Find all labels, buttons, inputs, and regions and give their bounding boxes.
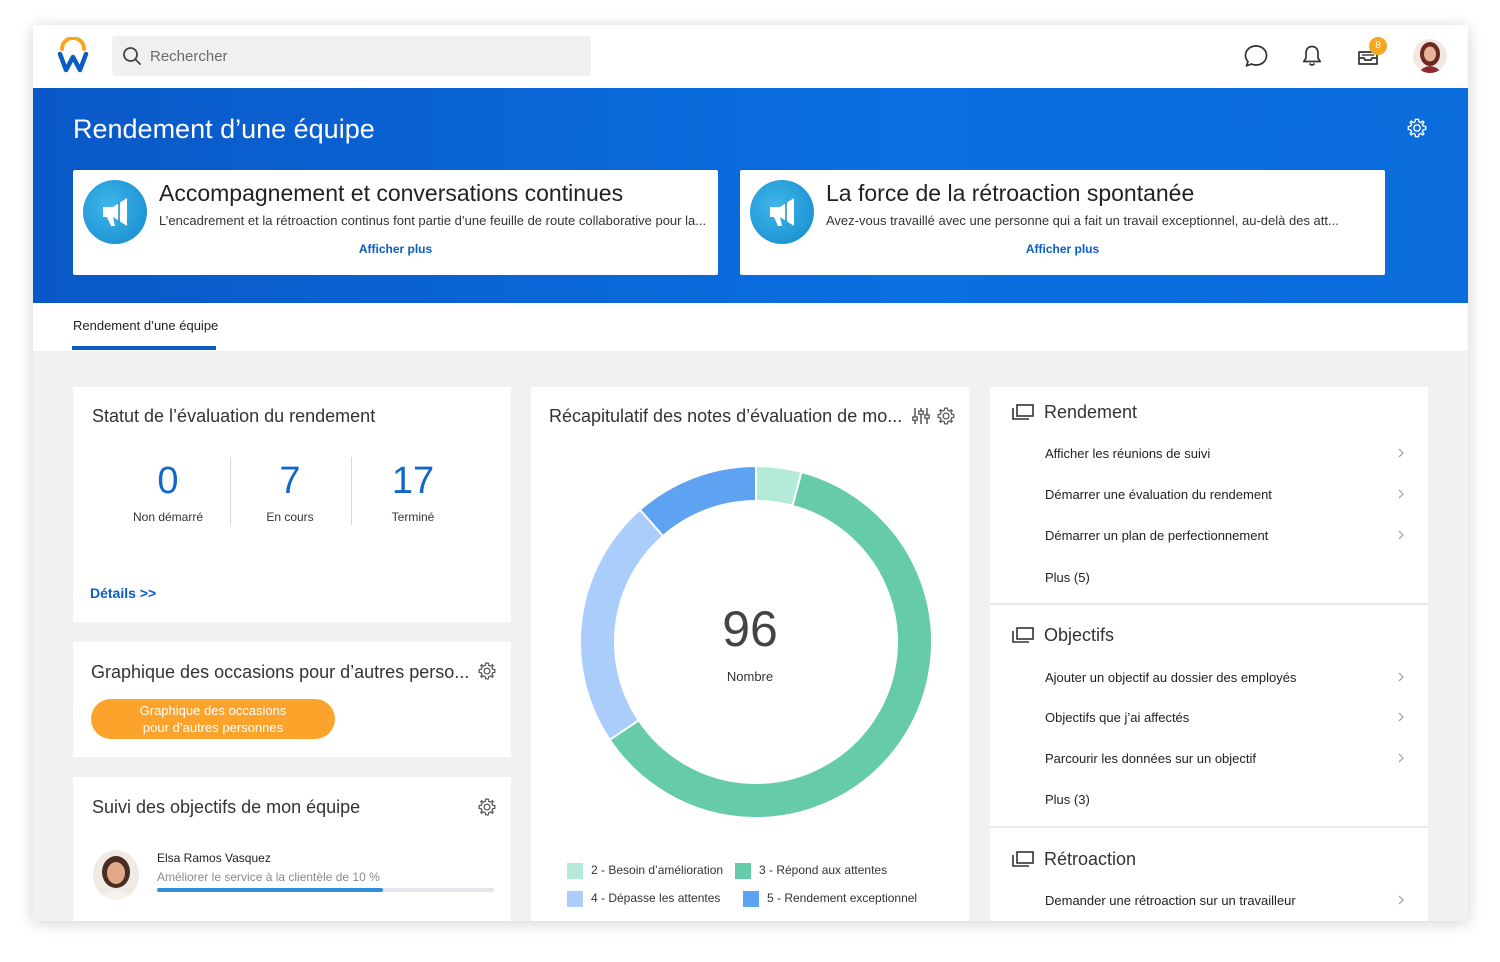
- donut-total-label: Nombre: [726, 669, 774, 684]
- section-title-feedback[interactable]: Rétroaction: [1012, 849, 1136, 870]
- section-title-text: Rendement: [1044, 402, 1138, 422]
- stat-label: Terminé: [391, 510, 435, 524]
- active-tab-indicator: [72, 346, 216, 350]
- menu-item[interactable]: Démarrer une évaluation du rendement: [1045, 487, 1272, 502]
- employee-goal: Améliorer le service à la clientèle de 1…: [157, 870, 380, 884]
- menu-item[interactable]: Ajouter un objectif au dossier des emplo…: [1045, 670, 1296, 685]
- windows-icon: [1012, 851, 1034, 867]
- menu-item[interactable]: Demander une rétroaction sur un travaill…: [1045, 893, 1296, 908]
- menu-item[interactable]: Objectifs que j’ai affectés: [1045, 710, 1189, 725]
- notification-badge: 8: [1369, 37, 1387, 55]
- hero-card-title: Accompagnement et conversations continue…: [159, 180, 624, 206]
- show-more-link[interactable]: Afficher plus: [73, 242, 718, 256]
- top-bar: 8: [33, 25, 1468, 88]
- divider: [351, 457, 352, 525]
- filter-sliders-icon[interactable]: [911, 406, 931, 426]
- hero-card-coaching[interactable]: Accompagnement et conversations continue…: [73, 170, 718, 275]
- hero-card-description: L’encadrement et la rétroaction continus…: [159, 213, 707, 228]
- hero-banner: Rendement d’une équipe Accompagnement et…: [33, 88, 1468, 303]
- chevron-right-icon: [1398, 448, 1404, 458]
- status-card: Statut de l’évaluation du rendement 0 No…: [73, 387, 511, 622]
- chevron-right-icon: [1398, 712, 1404, 722]
- menu-item[interactable]: Afficher les réunions de suivi: [1045, 446, 1210, 461]
- legend-label: 4 - Dépasse les attentes: [591, 891, 721, 906]
- legend-swatch: [735, 863, 751, 879]
- settings-gear-icon[interactable]: [477, 661, 497, 681]
- chevron-right-icon: [1398, 530, 1404, 540]
- chat-icon[interactable]: [1243, 43, 1269, 69]
- menu-item[interactable]: Démarrer un plan de perfectionnement: [1045, 528, 1268, 543]
- card-title: Suivi des objectifs de mon équipe: [92, 797, 361, 817]
- team-goals-card: Suivi des objectifs de mon équipe Elsa R…: [73, 777, 511, 921]
- bell-icon[interactable]: [1299, 43, 1325, 69]
- goal-progress-fill: [157, 888, 383, 892]
- page-title: Rendement d’une équipe: [73, 114, 375, 144]
- worklets-menu-card: Rendement Afficher les réunions de suivi…: [990, 387, 1428, 921]
- chevron-right-icon: [1398, 672, 1404, 682]
- chevron-right-icon: [1398, 895, 1404, 905]
- legend-swatch: [567, 863, 583, 879]
- menu-item[interactable]: Parcourir les données sur un objectif: [1045, 751, 1256, 766]
- chevron-right-icon: [1398, 753, 1404, 763]
- stat-label: En cours: [266, 510, 314, 524]
- legend-item[interactable]: 3 - Répond aux attentes: [735, 863, 887, 879]
- legend-label: 2 - Besoin d’amélioration: [591, 863, 724, 878]
- hero-card-description: Avez-vous travaillé avec une personne qu…: [826, 213, 1339, 228]
- app-window: 8 Rendement d’une équipe: [33, 25, 1468, 921]
- section-title-text: Objectifs: [1044, 625, 1115, 645]
- card-title: Graphique des occasions pour d’autres pe…: [91, 662, 470, 682]
- legend-item[interactable]: 5 - Rendement exceptionnel: [743, 891, 917, 907]
- show-more-link[interactable]: Afficher plus: [740, 242, 1385, 256]
- donut-slice[interactable]: [638, 464, 757, 538]
- user-avatar[interactable]: [1413, 39, 1447, 73]
- settings-gear-icon[interactable]: [936, 406, 956, 426]
- chevron-right-icon: [1398, 489, 1404, 499]
- section-title-performance[interactable]: Rendement: [1012, 402, 1137, 423]
- employee-name[interactable]: Elsa Ramos Vasquez: [157, 851, 271, 865]
- hero-card-feedback[interactable]: La force de la rétroaction spontanée Ave…: [740, 170, 1385, 275]
- stat-label: Non démarré: [132, 510, 204, 524]
- windows-icon: [1012, 627, 1034, 643]
- button-label-line: pour d’autres personnes: [142, 720, 284, 735]
- occasions-chart-button[interactable]: Graphique des occasions pour d’autres pe…: [91, 699, 335, 739]
- legend-swatch: [743, 891, 759, 907]
- search-input[interactable]: [150, 36, 580, 76]
- section-divider: [990, 826, 1428, 828]
- employee-avatar[interactable]: [93, 850, 139, 900]
- settings-gear-icon[interactable]: [477, 797, 497, 817]
- button-label-line: Graphique des occasions: [139, 703, 287, 718]
- occasions-card: Graphique des occasions pour d’autres pe…: [73, 642, 511, 757]
- more-link[interactable]: Plus (5): [1045, 570, 1090, 585]
- tab-team-performance[interactable]: Rendement d’une équipe: [73, 318, 218, 333]
- windows-icon: [1012, 404, 1034, 420]
- rating-summary-card: Récapitulatif des notes d’évaluation de …: [531, 387, 969, 921]
- legend-label: 5 - Rendement exceptionnel: [767, 891, 918, 906]
- hero-card-title: La force de la rétroaction spontanée: [826, 180, 1195, 206]
- card-title: Récapitulatif des notes d’évaluation de …: [549, 406, 903, 426]
- megaphone-icon: [83, 180, 147, 244]
- settings-gear-icon[interactable]: [1406, 117, 1428, 139]
- legend-swatch: [567, 891, 583, 907]
- stat-value-not-started[interactable]: 0: [108, 460, 228, 503]
- search-icon: [123, 47, 141, 65]
- section-divider: [990, 603, 1428, 605]
- search-box[interactable]: [112, 36, 591, 76]
- card-title: Statut de l’évaluation du rendement: [92, 406, 376, 426]
- donut-total-value: 96: [722, 601, 778, 657]
- legend-item[interactable]: 4 - Dépasse les attentes: [567, 891, 720, 907]
- stat-value-completed[interactable]: 17: [353, 460, 473, 503]
- tab-bar: Rendement d’une équipe: [33, 303, 1468, 351]
- megaphone-icon: [750, 180, 814, 244]
- legend-item[interactable]: 2 - Besoin d’amélioration: [567, 863, 723, 879]
- section-title-text: Rétroaction: [1044, 849, 1137, 869]
- legend-label: 3 - Répond aux attentes: [759, 863, 888, 878]
- goal-progress-bar: [157, 888, 494, 892]
- workday-logo[interactable]: [57, 37, 89, 75]
- more-link[interactable]: Plus (3): [1045, 792, 1090, 807]
- details-link[interactable]: Détails >>: [90, 585, 156, 601]
- section-title-goals[interactable]: Objectifs: [1012, 625, 1114, 646]
- stat-value-in-progress[interactable]: 7: [230, 460, 350, 503]
